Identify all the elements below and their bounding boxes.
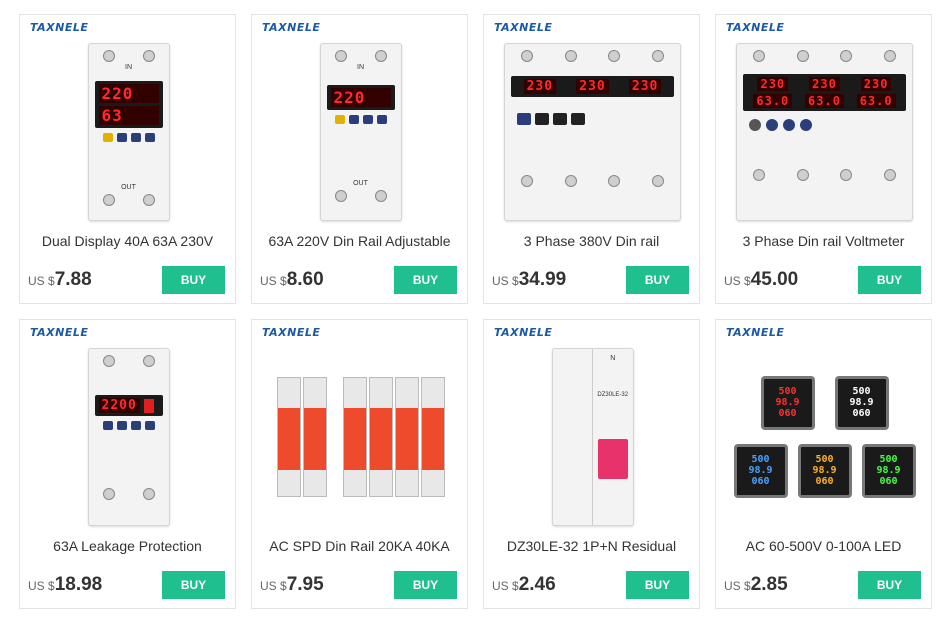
relay-device: IN 220 63 OUT xyxy=(87,43,170,221)
spd-modules xyxy=(276,377,445,497)
product-card[interactable]: TAXNELE AC SPD Din Rail 20KA 40KA US $7.… xyxy=(251,319,468,609)
product-price: US $8.60 xyxy=(260,269,324,290)
product-title[interactable]: DZ30LE-32 1P+N Residual xyxy=(492,538,691,558)
product-price: US $18.98 xyxy=(28,574,103,595)
product-card[interactable]: TAXNELE 230 230 230 3 Phase 380V Din rai… xyxy=(483,14,700,304)
brand-logo: TAXNELE xyxy=(494,326,553,339)
product-price: US $2.46 xyxy=(492,574,556,595)
buy-button[interactable]: BUY xyxy=(626,571,689,599)
brand-logo: TAXNELE xyxy=(262,326,321,339)
three-phase-meter: 230 230 230 63.0 63.0 63.0 xyxy=(736,43,913,221)
product-card[interactable]: TAXNELE IN 220 OUT 63A 220V Din Rail Adj… xyxy=(251,14,468,304)
product-price: US $34.99 xyxy=(492,269,567,290)
brand-logo: TAXNELE xyxy=(726,21,785,34)
buy-button[interactable]: BUY xyxy=(858,571,921,599)
relay-device: IN 220 OUT xyxy=(319,43,402,221)
product-image[interactable]: 230 230 230 xyxy=(504,39,681,225)
product-title[interactable]: 3 Phase 380V Din rail xyxy=(492,233,691,253)
brand-logo: TAXNELE xyxy=(30,326,89,339)
brand-logo: TAXNELE xyxy=(494,21,553,34)
product-title[interactable]: AC SPD Din Rail 20KA 40KA xyxy=(260,538,459,558)
product-image[interactable] xyxy=(272,344,449,530)
leakage-device: 2200 xyxy=(87,348,170,526)
product-title[interactable]: 63A Leakage Protection xyxy=(28,538,227,558)
product-card[interactable]: TAXNELE 500 98.9 060 500 98.9 060 500 98.9 060… xyxy=(715,319,932,609)
rcbo-device: N DZ30LE-32 xyxy=(551,348,634,526)
three-phase-device: 230 230 230 xyxy=(504,43,681,221)
brand-logo: TAXNELE xyxy=(726,326,785,339)
product-image[interactable]: 2200 xyxy=(40,344,217,530)
product-card[interactable]: TAXNELE IN 220 63 OUT Dual Display 40A 6… xyxy=(19,14,236,304)
buy-button[interactable]: BUY xyxy=(626,266,689,294)
product-card[interactable]: TAXNELE 230 230 230 63.0 63.0 63.0 3 Pha… xyxy=(715,14,932,304)
product-title[interactable]: Dual Display 40A 63A 230V xyxy=(28,233,227,253)
product-image[interactable]: IN 220 63 OUT xyxy=(40,39,217,225)
product-card[interactable]: TAXNELE 2200 63A Leakage Protection US $… xyxy=(19,319,236,609)
product-image[interactable]: 230 230 230 63.0 63.0 63.0 xyxy=(736,39,913,225)
product-title[interactable]: 63A 220V Din Rail Adjustable xyxy=(260,233,459,253)
buy-button[interactable]: BUY xyxy=(162,571,225,599)
product-price: US $7.95 xyxy=(260,574,324,595)
product-card[interactable]: TAXNELE N DZ30LE-32 DZ30LE-32 1P+N Resid… xyxy=(483,319,700,609)
buy-button[interactable]: BUY xyxy=(858,266,921,294)
product-title[interactable]: AC 60-500V 0-100A LED xyxy=(724,538,923,558)
brand-logo: TAXNELE xyxy=(262,21,321,34)
led-meters: 500 98.9 060 500 98.9 060 500 98.9 060 500 98.9… xyxy=(733,376,916,498)
buy-button[interactable]: BUY xyxy=(162,266,225,294)
product-image[interactable]: 500 98.9 060 500 98.9 060 500 98.9 060 500 98.9… xyxy=(733,344,916,530)
buy-button[interactable]: BUY xyxy=(394,266,457,294)
buy-button[interactable]: BUY xyxy=(394,571,457,599)
product-price: US $45.00 xyxy=(724,269,799,290)
brand-logo: TAXNELE xyxy=(30,21,89,34)
product-image[interactable]: N DZ30LE-32 xyxy=(504,344,681,530)
product-price: US $2.85 xyxy=(724,574,788,595)
product-image[interactable]: IN 220 OUT xyxy=(272,39,449,225)
product-title[interactable]: 3 Phase Din rail Voltmeter xyxy=(724,233,923,253)
product-price: US $7.88 xyxy=(28,269,92,290)
